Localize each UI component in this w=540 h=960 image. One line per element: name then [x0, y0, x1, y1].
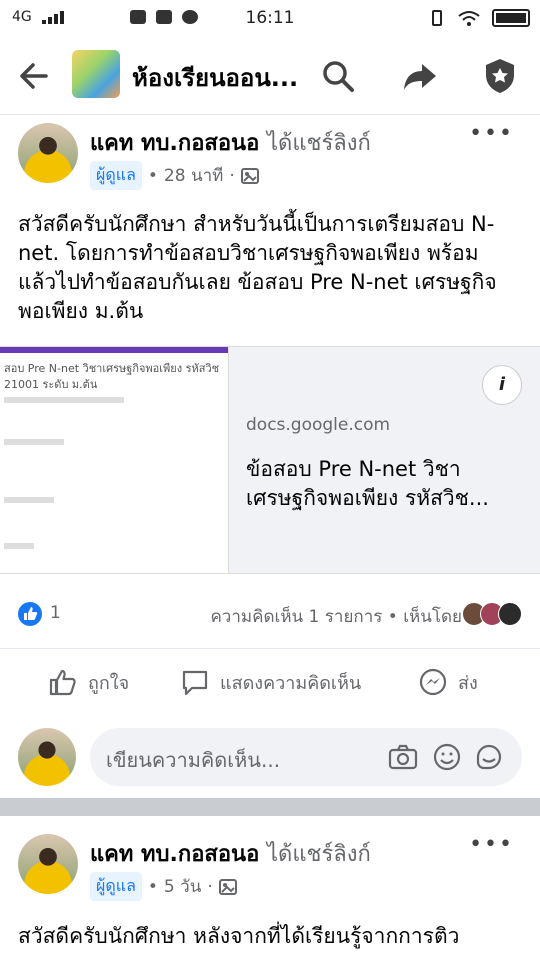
sticker-icon[interactable] [474, 742, 504, 772]
author-avatar[interactable] [18, 123, 78, 183]
post-author-line: แคท ทบ.กอสอนอ ได้แชร์ลิงก์ [90, 836, 371, 871]
share-icon[interactable] [400, 56, 440, 96]
like-button[interactable]: ถูกใจ [48, 667, 129, 697]
comment-summary[interactable]: ความคิดเห็น 1 รายการ • เห็นโดย [210, 603, 462, 630]
thumb-line [4, 439, 64, 445]
wifi-icon [458, 11, 480, 26]
post-meta: ผู้ดูแล • 5 วัน · [90, 872, 237, 901]
group-privacy-icon [218, 878, 237, 895]
thumb-line [4, 497, 54, 503]
comment-button[interactable]: แสดงความคิดเห็น [180, 667, 361, 697]
thumb-line [4, 397, 124, 403]
admin-shield-icon[interactable] [480, 56, 520, 96]
post-time[interactable]: 28 นาที [164, 162, 223, 189]
like-count[interactable]: 1 [50, 603, 61, 623]
more-options-icon[interactable]: ••• [469, 121, 514, 146]
group-header: ห้องเรียนออน... [0, 36, 540, 115]
link-title[interactable]: ข้อสอบ Pre N-net วิชา เศรษฐกิจพอเพียง รห… [246, 455, 526, 513]
send-button[interactable]: ส่ง [418, 667, 478, 697]
link-preview-card[interactable]: สอบ Pre N-net วิชาเศรษฐกิจพอเพียง รหัสวิ… [0, 346, 540, 574]
admin-badge: ผู้ดูแล [90, 872, 142, 901]
camera-icon[interactable] [388, 742, 418, 772]
group-privacy-icon [240, 167, 259, 184]
comment-placeholder: เขียนความคิดเห็น... [106, 748, 281, 772]
back-arrow-icon[interactable] [16, 58, 52, 94]
vibrate-icon [432, 10, 442, 26]
group-thumbnail[interactable] [72, 50, 120, 98]
comment-bubble-icon [182, 670, 208, 696]
battery-icon [492, 9, 530, 27]
author-avatar[interactable] [18, 834, 78, 894]
search-icon[interactable] [318, 56, 358, 96]
post-actions: ถูกใจ แสดงความคิดเห็น ส่ง [0, 648, 540, 719]
post-time[interactable]: 5 วัน [164, 873, 201, 900]
admin-badge: ผู้ดูแล [90, 161, 142, 190]
more-options-icon[interactable]: ••• [469, 832, 514, 857]
comment-label: แสดงความคิดเห็น [220, 672, 362, 694]
like-label: ถูกใจ [88, 672, 130, 694]
link-domain: docs.google.com [246, 415, 391, 435]
dot-separator: · [229, 165, 235, 186]
seen-avatar [498, 602, 522, 626]
current-user-avatar [18, 728, 76, 786]
link-thumbnail: สอบ Pre N-net วิชาเศรษฐกิจพอเพียง รหัสวิ… [0, 347, 229, 573]
comment-input[interactable]: เขียนความคิดเห็น... [90, 728, 522, 786]
send-label: ส่ง [458, 672, 478, 694]
shared-link-label: ได้แชร์ลิงก์ [266, 842, 371, 867]
reactions-bar: 1 ความคิดเห็น 1 รายการ • เห็นโดย [18, 600, 522, 630]
dot-separator: · [207, 876, 213, 897]
shared-link-label: ได้แชร์ลิงก์ [266, 131, 371, 156]
group-title[interactable]: ห้องเรียนออน... [132, 58, 298, 97]
thumbs-up-icon [49, 669, 76, 696]
post-author-line: แคท ทบ.กอสอนอ ได้แชร์ลิงก์ [90, 125, 371, 160]
emoji-icon[interactable] [432, 742, 462, 772]
post-text: สวัสดีครับนักศึกษา หลังจากที่ได้เรียนรู้… [18, 924, 460, 948]
status-bar: 4G 16:11 [0, 0, 540, 36]
feed-divider [0, 798, 540, 816]
comment-composer: เขียนความคิดเห็น... [0, 726, 540, 790]
dot-separator: • [147, 165, 158, 186]
like-reaction-icon[interactable] [18, 602, 42, 626]
thumb-code: 21001 ระดับ ม.ต้น [4, 378, 98, 391]
seen-by-avatars[interactable] [462, 602, 522, 626]
feed-post: แคท ทบ.กอสอนอ ได้แชร์ลิงก์ ••• ผู้ดูแล •… [0, 816, 540, 960]
post-meta: ผู้ดูแล • 28 นาที · [90, 161, 259, 190]
messenger-icon [419, 668, 447, 696]
dot-separator: • [147, 876, 158, 897]
author-name[interactable]: แคท ทบ.กอสอนอ [90, 842, 259, 867]
author-name[interactable]: แคท ทบ.กอสอนอ [90, 131, 259, 156]
form-header-bar [0, 347, 228, 353]
info-icon[interactable]: i [482, 365, 522, 405]
thumb-line [4, 543, 34, 549]
post-text: สวัสดีครับนักศึกษา สำหรับวันนี้เป็นการเต… [18, 212, 497, 323]
